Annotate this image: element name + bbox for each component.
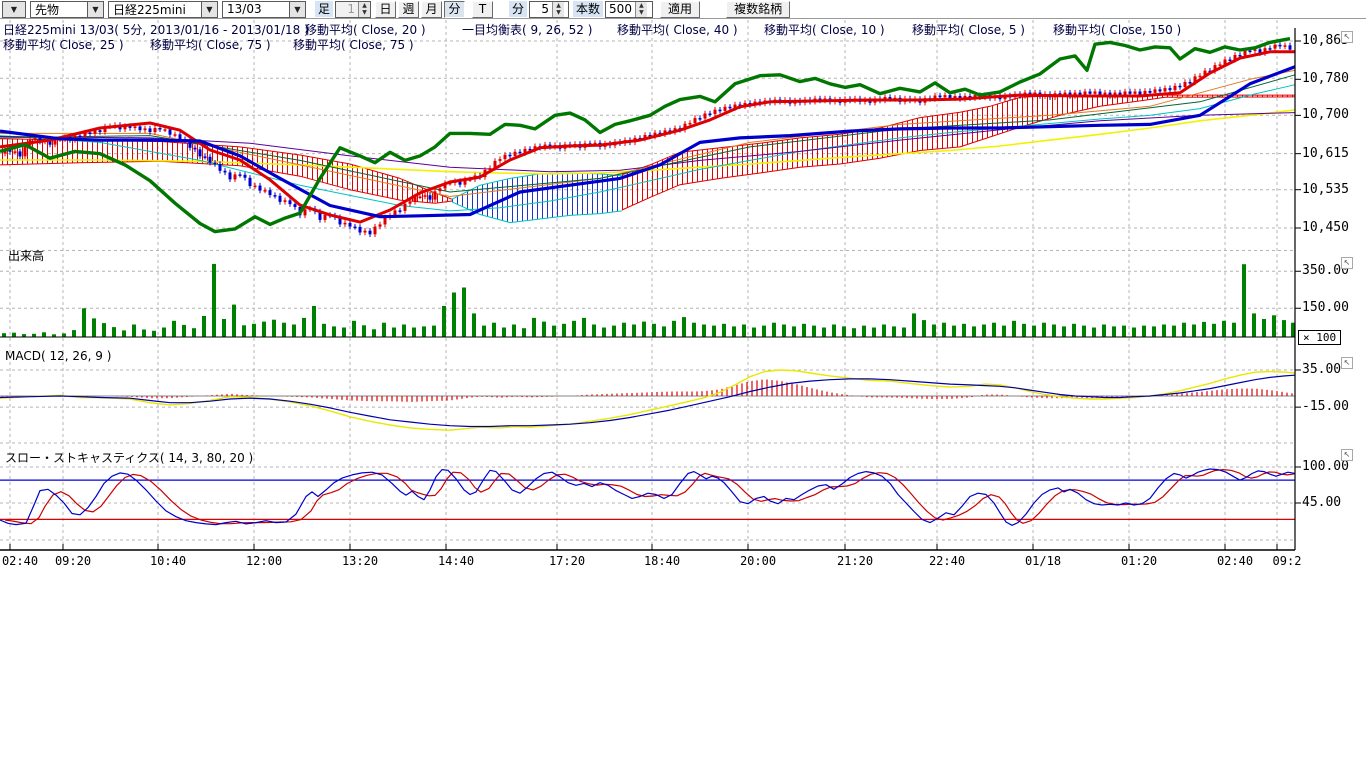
indicator-header-item: 一目均衡表( 9, 26, 52 ): [462, 21, 592, 38]
price-tick-label: 10,615: [1302, 146, 1349, 161]
volume-multiplier-badge: × 100: [1298, 330, 1341, 345]
indicator-header-item: 移動平均( Close, 10 ): [764, 21, 885, 38]
pane-restore-icon[interactable]: ↖: [1341, 449, 1353, 461]
pane-restore-icon[interactable]: ↖: [1341, 31, 1353, 43]
category-select[interactable]: 先物 ▼: [30, 1, 104, 18]
time-tick-label: 09:2: [1267, 554, 1307, 568]
pane-restore-icon[interactable]: ↖: [1341, 357, 1353, 369]
macd-tick-label: 35.00: [1302, 362, 1341, 377]
chevron-down-icon[interactable]: ▼: [201, 2, 217, 17]
period-minute-button[interactable]: 分: [444, 1, 465, 18]
indicator-header-item: 移動平均( Close, 5 ): [912, 21, 1025, 38]
contract-value[interactable]: 13/03: [223, 2, 289, 17]
spinner-up-icon[interactable]: ▲: [553, 2, 564, 10]
bar-count-label: 本数: [573, 1, 603, 17]
indicator-header-item: 移動平均( Close, 75 ): [293, 36, 414, 53]
pane-restore-icon[interactable]: ↖: [1341, 257, 1353, 269]
spinner-down-icon[interactable]: ▼: [636, 9, 647, 17]
stoch-tick-label: 100.00: [1302, 459, 1349, 474]
time-tick-label: 14:40: [436, 554, 476, 568]
chevron-down-icon[interactable]: ▼: [87, 2, 103, 17]
time-tick-label: 01/18: [1023, 554, 1063, 568]
indicator-header-item: 移動平均( Close, 75 ): [150, 36, 271, 53]
spinner-arrows[interactable]: ▲ ▼: [358, 2, 370, 17]
time-tick-label: 22:40: [927, 554, 967, 568]
time-tick-label: 02:40: [1215, 554, 1255, 568]
chevron-down-icon[interactable]: ▼: [289, 2, 305, 17]
category-value[interactable]: 先物: [31, 2, 87, 17]
minute-value[interactable]: 5: [530, 2, 552, 17]
minute-stepper[interactable]: 5 ▲ ▼: [529, 1, 569, 18]
price-chart-canvas[interactable]: [0, 0, 1366, 575]
macd-tick-label: -15.00: [1302, 399, 1349, 414]
period-week-button[interactable]: 週: [398, 1, 419, 18]
mini-dropdown[interactable]: ▼: [2, 1, 26, 18]
chevron-down-icon[interactable]: ▼: [3, 2, 25, 17]
spinner-down-icon[interactable]: ▼: [359, 9, 370, 17]
bar-type-label: 足: [315, 1, 333, 17]
minute-label: 分: [509, 1, 527, 17]
period-day-button[interactable]: 日: [375, 1, 396, 18]
macd-pane-title: MACD( 12, 26, 9 ): [5, 349, 111, 363]
time-tick-label: 13:20: [340, 554, 380, 568]
multi-symbol-button[interactable]: 複数銘柄: [726, 1, 790, 18]
toolbar: ▼ 先物 ▼ 日経225mini ▼ 13/03 ▼ 足 1 ▲ ▼ 日 週 月…: [0, 0, 1366, 19]
chart-application-window: ▼ 先物 ▼ 日経225mini ▼ 13/03 ▼ 足 1 ▲ ▼ 日 週 月…: [0, 0, 1366, 768]
stoch-tick-label: 45.00: [1302, 495, 1341, 510]
bar-interval-value[interactable]: 1: [336, 2, 358, 17]
period-tick-button[interactable]: T: [472, 1, 493, 18]
symbol-value[interactable]: 日経225mini: [109, 2, 201, 17]
spinner-arrows[interactable]: ▲ ▼: [635, 2, 647, 17]
period-month-button[interactable]: 月: [421, 1, 442, 18]
symbol-select[interactable]: 日経225mini ▼: [108, 1, 218, 18]
price-tick-label: 10,780: [1302, 71, 1349, 86]
price-tick-label: 10,700: [1302, 107, 1349, 122]
apply-button[interactable]: 適用: [660, 1, 700, 18]
time-tick-label: 18:40: [642, 554, 682, 568]
stochastics-pane-title: スロー・ストキャスティクス( 14, 3, 80, 20 ): [5, 449, 253, 466]
spinner-up-icon[interactable]: ▲: [636, 2, 647, 10]
time-tick-label: 09:20: [53, 554, 93, 568]
bar-count-value[interactable]: 500: [606, 2, 635, 17]
indicator-header-item: 移動平均( Close, 25 ): [3, 36, 124, 53]
time-tick-label: 20:00: [738, 554, 778, 568]
price-tick-label: 10,450: [1302, 220, 1349, 235]
indicator-header-item: 移動平均( Close, 40 ): [617, 21, 738, 38]
spinner-up-icon[interactable]: ▲: [359, 2, 370, 10]
bar-count-stepper[interactable]: 500 ▲ ▼: [605, 1, 653, 18]
spinner-arrows[interactable]: ▲ ▼: [552, 2, 564, 17]
time-tick-label: 12:00: [244, 554, 284, 568]
price-tick-label: 10,535: [1302, 182, 1349, 197]
time-tick-label: 10:40: [148, 554, 188, 568]
time-tick-label: 17:20: [547, 554, 587, 568]
volume-pane-title: 出来高: [8, 247, 44, 264]
time-tick-label: 21:20: [835, 554, 875, 568]
time-tick-label: 02:40: [0, 554, 40, 568]
time-tick-label: 01:20: [1119, 554, 1159, 568]
indicator-header-item: 移動平均( Close, 150 ): [1053, 21, 1181, 38]
spinner-down-icon[interactable]: ▼: [553, 9, 564, 17]
bar-interval-stepper[interactable]: 1 ▲ ▼: [335, 1, 371, 18]
volume-tick-label: 150.00: [1302, 300, 1349, 315]
contract-select[interactable]: 13/03 ▼: [222, 1, 306, 18]
